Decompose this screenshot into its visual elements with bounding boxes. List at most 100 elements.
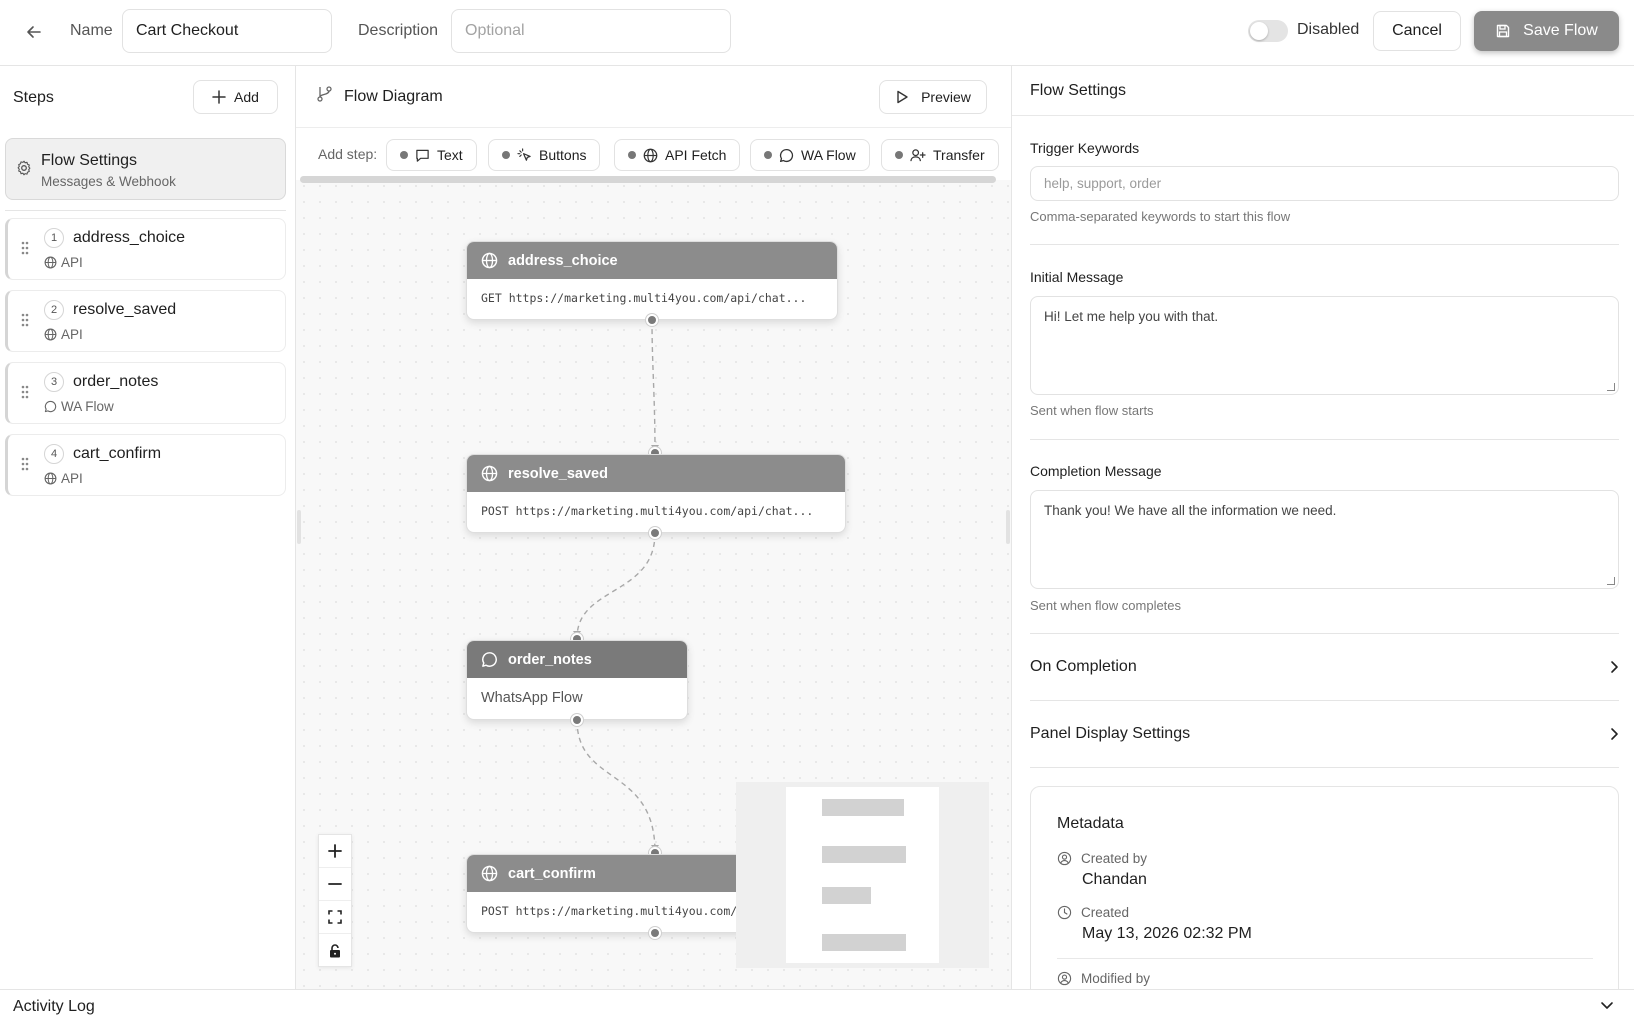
user-circle-icon — [1057, 971, 1072, 986]
node-output-handle[interactable] — [646, 314, 658, 326]
step-item-address-choice[interactable]: 1 address_choice API — [5, 218, 286, 280]
panel-display-settings-section[interactable]: Panel Display Settings — [1030, 701, 1619, 767]
step-type: API — [44, 471, 83, 486]
completion-message-textarea[interactable]: Thank you! We have all the information w… — [1030, 490, 1619, 589]
node-title: order_notes — [508, 651, 592, 668]
panel-display-settings-label: Panel Display Settings — [1030, 725, 1191, 742]
step-type: WA Flow — [44, 399, 114, 414]
lock-icon — [330, 943, 340, 957]
flow-node-order-notes[interactable]: order_notes WhatsApp Flow — [466, 640, 688, 720]
minimap-node — [822, 887, 871, 904]
step-name: cart_confirm — [73, 445, 162, 462]
completion-message-label: Completion Message — [1030, 463, 1162, 479]
back-arrow-icon[interactable] — [22, 20, 46, 44]
lock-button[interactable] — [319, 934, 351, 967]
completion-message-hint: Sent when flow completes — [1030, 598, 1182, 613]
node-header: address_choice — [467, 242, 837, 279]
flow-node-resolve-saved[interactable]: resolve_saved POST https://marketing.mul… — [466, 454, 846, 533]
top-bar: Name Cart Checkout Description Optional … — [0, 0, 1634, 66]
zoom-controls — [318, 834, 352, 967]
metadata-title: Metadata — [1057, 815, 1124, 832]
enabled-toggle[interactable] — [1248, 20, 1288, 42]
flow-settings-panel: Flow Settings Trigger Keywords help, sup… — [1011, 66, 1634, 989]
add-step-label: Add — [234, 89, 259, 105]
activity-log-bar[interactable]: Activity Log — [0, 989, 1634, 1020]
created-by-value: Chandan — [1082, 871, 1147, 888]
initial-message-label: Initial Message — [1030, 269, 1124, 285]
globe-icon — [481, 252, 498, 269]
initial-message-textarea[interactable]: Hi! Let me help you with that. — [1030, 296, 1619, 395]
chevron-right-icon — [1611, 728, 1618, 740]
save-flow-button[interactable]: Save Flow — [1474, 11, 1619, 51]
globe-icon — [481, 465, 498, 482]
node-title: resolve_saved — [508, 465, 608, 482]
metadata-card: Metadata Created by Chandan Created May … — [1030, 786, 1619, 989]
step-name: resolve_saved — [73, 301, 177, 318]
minimap-node — [822, 799, 904, 816]
description-label: Description — [358, 22, 439, 39]
node-title: address_choice — [508, 252, 618, 269]
divider — [1030, 244, 1619, 245]
globe-icon — [44, 472, 57, 485]
drag-handle-icon[interactable] — [21, 313, 29, 327]
step-item-order-notes[interactable]: 3 order_notes WA Flow — [5, 362, 286, 424]
right-resize-handle[interactable] — [1006, 510, 1010, 544]
chevron-down-icon[interactable] — [1600, 998, 1614, 1012]
step-type: API — [44, 255, 83, 270]
description-input[interactable]: Optional — [451, 9, 731, 53]
step-item-cart-confirm[interactable]: 4 cart_confirm API — [5, 434, 286, 496]
flow-diagram-panel[interactable]: Flow Diagram Preview Add step: Text Butt… — [296, 66, 1011, 989]
on-completion-label: On Completion — [1030, 658, 1137, 675]
drag-handle-icon[interactable] — [21, 241, 29, 255]
zoom-out-button[interactable] — [319, 868, 351, 901]
plus-icon — [328, 844, 342, 858]
modified-by-label: Modified by — [1057, 971, 1150, 986]
created-value: May 13, 2026 02:32 PM — [1082, 925, 1252, 942]
resize-grip-icon[interactable] — [1607, 383, 1615, 391]
cancel-button[interactable]: Cancel — [1373, 11, 1461, 51]
minimap[interactable] — [736, 782, 989, 968]
minimap-node — [822, 846, 906, 863]
steps-title: Steps — [13, 89, 54, 106]
flow-node-address-choice[interactable]: address_choice GET https://marketing.mul… — [466, 241, 838, 320]
minimap-viewport[interactable] — [786, 787, 939, 963]
created-label: Created — [1057, 905, 1129, 920]
divider — [1030, 767, 1619, 768]
edge-3-4 — [576, 719, 656, 853]
created-by-label: Created by — [1057, 851, 1147, 866]
add-step-button[interactable]: Add — [193, 80, 278, 114]
name-input[interactable]: Cart Checkout — [122, 9, 332, 53]
trigger-keywords-input[interactable]: help, support, order — [1030, 166, 1619, 201]
node-body: WhatsApp Flow — [481, 690, 583, 706]
zoom-in-button[interactable] — [319, 835, 351, 868]
step-type: API — [44, 327, 83, 342]
drag-handle-icon[interactable] — [21, 457, 29, 471]
edge-2-3 — [576, 532, 656, 639]
initial-message-hint: Sent when flow starts — [1030, 403, 1154, 418]
chat-icon — [44, 400, 57, 413]
on-completion-section[interactable]: On Completion — [1030, 634, 1619, 700]
step-type-label: API — [61, 327, 83, 342]
user-circle-icon — [1057, 851, 1072, 866]
step-number: 2 — [44, 300, 64, 320]
fit-view-button[interactable] — [319, 901, 351, 934]
chevron-right-icon — [1611, 661, 1618, 673]
flow-settings-item[interactable]: Flow Settings Messages & Webhook — [5, 138, 286, 200]
drag-handle-icon[interactable] — [21, 385, 29, 399]
node-output-handle[interactable] — [571, 714, 583, 726]
gear-icon — [17, 160, 31, 176]
node-output-handle[interactable] — [649, 527, 661, 539]
name-label: Name — [70, 22, 113, 39]
settings-title: Flow Settings — [1030, 82, 1127, 99]
minus-icon — [328, 883, 342, 885]
clock-icon — [1057, 905, 1072, 920]
left-resize-handle[interactable] — [297, 510, 301, 544]
step-type-label: WA Flow — [61, 399, 114, 414]
step-number: 4 — [44, 444, 64, 464]
resize-grip-icon[interactable] — [1607, 577, 1615, 585]
edge-1-2 — [651, 319, 656, 453]
node-body: POST https://marketing.multi4you.com/api… — [481, 504, 814, 518]
step-item-resolve-saved[interactable]: 2 resolve_saved API — [5, 290, 286, 352]
activity-log-label: Activity Log — [13, 998, 95, 1015]
node-output-handle[interactable] — [649, 927, 661, 939]
